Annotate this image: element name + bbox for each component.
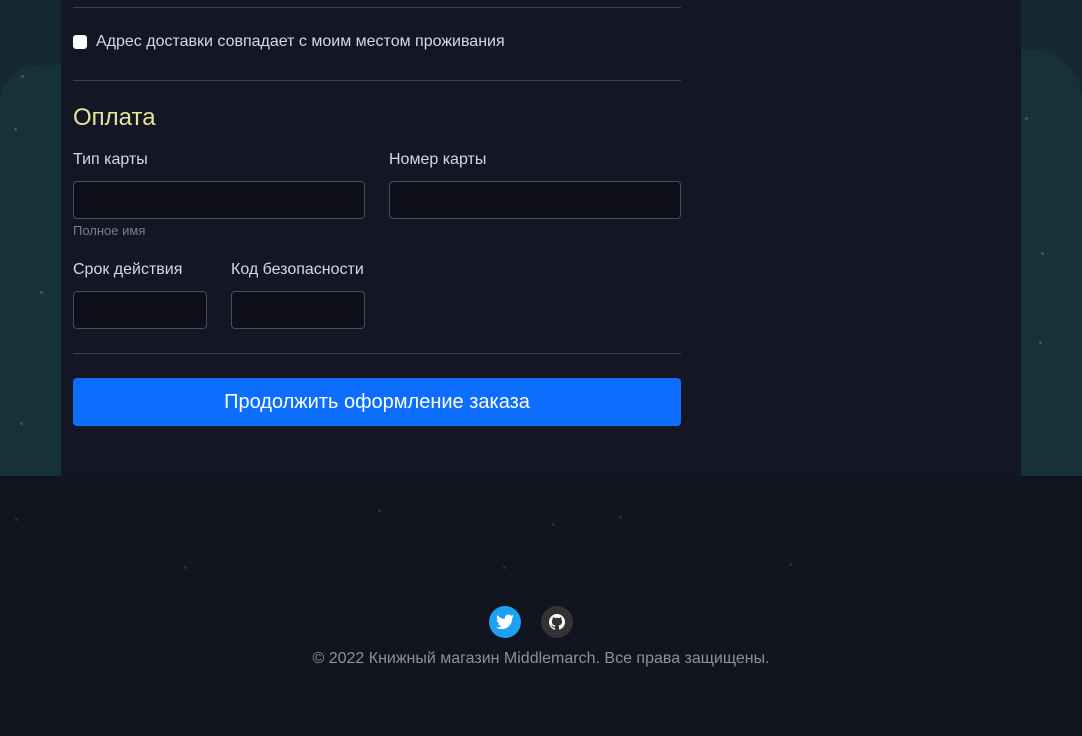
divider [73,80,681,81]
background-star [20,422,23,425]
background-star [1025,117,1028,120]
background-star [21,75,24,78]
shipping-same-address-checkbox[interactable] [73,35,87,49]
background-star [552,523,555,526]
twitter-link[interactable] [489,606,521,638]
card-type-hint: Полное имя [73,223,146,238]
card-type-input[interactable] [73,181,365,219]
continue-checkout-button[interactable]: Продолжить оформление заказа [73,378,681,426]
background-star [14,128,17,131]
card-number-input[interactable] [389,181,681,219]
card-type-label: Тип карты [73,151,148,168]
security-code-input[interactable] [231,291,365,329]
background-star [789,563,792,566]
github-link[interactable] [541,606,573,638]
github-icon [549,614,565,630]
background-star [184,566,187,569]
expiry-label: Срок действия [73,261,183,278]
background-hill-right [1021,50,1082,476]
background-star [1039,341,1042,344]
twitter-icon [496,614,514,630]
shipping-same-address-row[interactable]: Адрес доставки совпадает с моим местом п… [73,33,505,51]
card-number-label: Номер карты [389,151,487,168]
security-code-label: Код безопасности [231,261,364,278]
divider [73,7,681,8]
copyright-text: © 2022 Книжный магазин Middlemarch. Все … [312,650,770,667]
background-star [1041,252,1044,255]
background-star [40,291,43,294]
expiry-input[interactable] [73,291,207,329]
background-star [619,516,622,519]
background-hill-left [0,65,61,476]
background-star [378,509,381,512]
background-star [503,566,506,569]
divider [73,353,681,354]
background-star [15,518,18,521]
shipping-same-address-label[interactable]: Адрес доставки совпадает с моим местом п… [96,33,505,51]
payment-title: Оплата [73,104,156,131]
